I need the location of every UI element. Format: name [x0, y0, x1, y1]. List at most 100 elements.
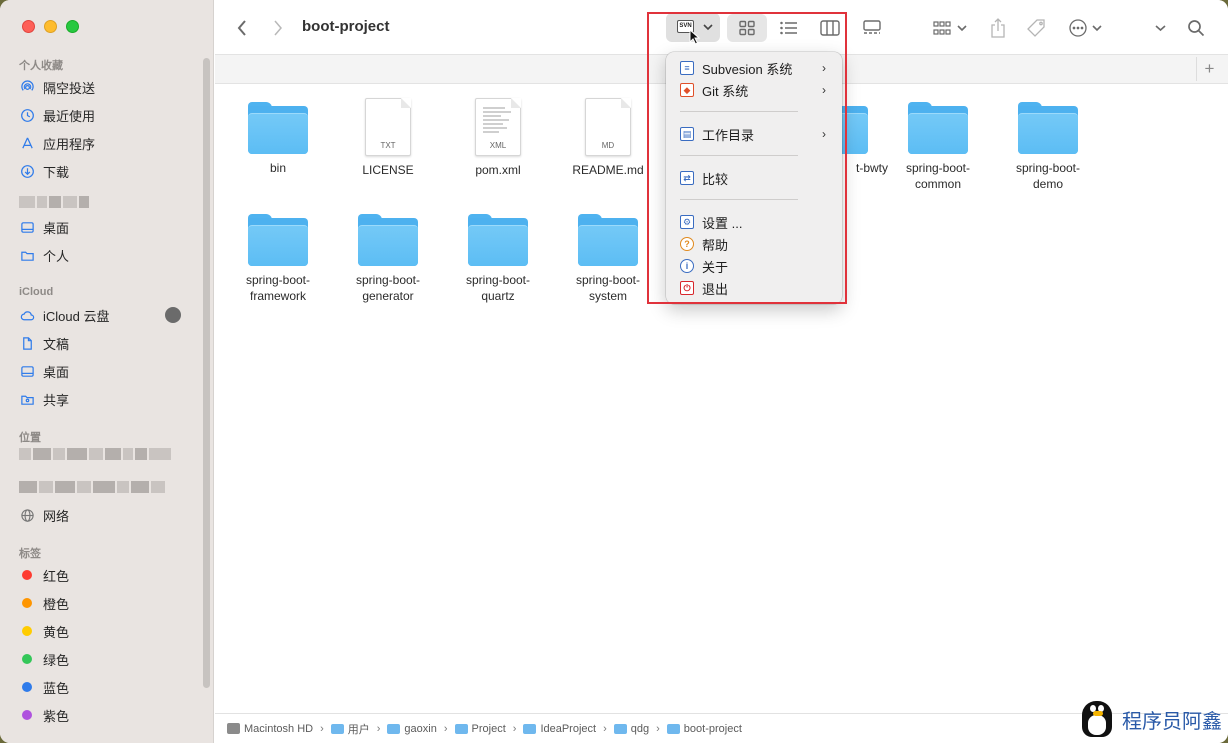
file-item[interactable]: spring-boot-framework — [228, 214, 328, 304]
file-name: bin — [269, 161, 286, 175]
path-crumb[interactable]: Project — [454, 723, 506, 735]
group-button[interactable] — [930, 14, 970, 42]
file-item[interactable]: TXT LICENSE — [338, 98, 438, 178]
sidebar-item-label: 最近使用 — [43, 108, 96, 124]
file-item[interactable]: spring-boot-generator — [338, 214, 438, 304]
search-icon — [1188, 20, 1205, 37]
sidebar-item-airdrop[interactable]: 隔空投送 — [19, 76, 199, 98]
finder-window: 个人收藏 隔空投送 最近使用 应用程序 下载 桌面 个人 iCloud iClo… — [0, 0, 1228, 743]
search-button[interactable] — [1184, 14, 1208, 42]
folder-icon — [19, 247, 35, 263]
file-name: spring-boot-quartz — [465, 273, 531, 303]
chevron-down-icon — [957, 25, 967, 32]
sidebar-item-label: 黄色 — [43, 624, 70, 640]
file-item[interactable]: MD README.md — [558, 98, 658, 178]
highlight-annotation-box — [647, 12, 847, 304]
sidebar-tag-blue[interactable]: 蓝色 — [19, 676, 199, 698]
shared-folder-icon — [19, 391, 35, 407]
sidebar-item-label: 隔空投送 — [43, 80, 96, 96]
sidebar-item-desktop[interactable]: 桌面 — [19, 216, 199, 238]
file-name: LICENSE — [362, 163, 414, 177]
sidebar-tag-purple[interactable]: 紫色 — [19, 704, 199, 726]
download-icon — [19, 163, 35, 179]
sidebar-item-icloud-desktop[interactable]: 桌面 — [19, 360, 199, 382]
file-item[interactable]: spring-boot-quartz — [448, 214, 548, 304]
icloud-header: iCloud — [19, 286, 54, 298]
green-tag-dot-icon — [22, 654, 32, 664]
path-crumb[interactable]: gaoxin — [387, 723, 437, 735]
folder-icon — [666, 723, 680, 734]
chevron-left-icon — [237, 20, 246, 36]
globe-icon — [19, 507, 35, 523]
file-name: spring-boot-generator — [355, 273, 421, 303]
sidebar-item-downloads[interactable]: 下载 — [19, 160, 199, 182]
yellow-tag-dot-icon — [22, 626, 32, 636]
file-name: spring-boot-demo — [1015, 161, 1081, 191]
sidebar-item-applications[interactable]: 应用程序 — [19, 132, 199, 154]
chevron-down-icon — [1092, 25, 1102, 32]
folder-icon — [387, 723, 401, 734]
locations-header: 位置 — [19, 432, 41, 444]
sidebar-tag-green[interactable]: 绿色 — [19, 648, 199, 670]
more-actions-button[interactable] — [1065, 14, 1105, 42]
share-icon — [991, 18, 1005, 38]
path-crumb[interactable]: qdg — [613, 723, 649, 735]
file-name: spring-boot-system — [575, 273, 641, 303]
sidebar-item-label: 应用程序 — [43, 136, 96, 152]
folder-icon — [1018, 102, 1078, 154]
sidebar-item-label: 橙色 — [43, 596, 70, 612]
sidebar-tag-yellow[interactable]: 黄色 — [19, 620, 199, 642]
red-tag-dot-icon — [22, 570, 32, 580]
gallery-view-button[interactable] — [860, 14, 884, 42]
forward-button[interactable] — [267, 14, 289, 42]
file-name: spring-boot-common — [905, 161, 971, 191]
file-item[interactable]: XML pom.xml — [448, 98, 548, 178]
sidebar-scrollbar[interactable] — [203, 58, 210, 688]
sidebar-item-label: 文稿 — [43, 336, 70, 352]
chevron-right-icon — [274, 20, 282, 36]
sidebar-item-shared[interactable]: 共享 — [19, 388, 199, 410]
share-button[interactable] — [987, 14, 1009, 42]
folder-icon — [523, 723, 537, 734]
sidebar-item-label: 个人 — [43, 248, 70, 264]
sidebar-tag-red[interactable]: 红色 — [19, 564, 199, 586]
file-item[interactable]: bin — [228, 102, 328, 176]
sidebar-item-label: 下载 — [43, 164, 70, 180]
sidebar-item-label: 网络 — [43, 508, 70, 524]
file-item[interactable]: spring-boot-common — [888, 102, 988, 192]
blue-tag-dot-icon — [22, 682, 32, 692]
tag-button[interactable] — [1025, 14, 1049, 42]
sidebar: 个人收藏 隔空投送 最近使用 应用程序 下载 桌面 个人 iCloud iClo… — [0, 0, 214, 743]
penguin-logo-icon — [1078, 699, 1116, 739]
path-crumb[interactable]: boot-project — [666, 723, 742, 735]
back-button[interactable] — [231, 14, 253, 42]
path-crumb[interactable]: Macintosh HD — [227, 723, 313, 735]
path-crumb[interactable]: IdeaProject — [523, 723, 596, 735]
text-document-icon: TXT — [365, 98, 411, 156]
sidebar-item-documents[interactable]: 文稿 — [19, 332, 199, 354]
document-icon — [19, 335, 35, 351]
tag-icon — [1027, 19, 1045, 37]
folder-icon — [613, 723, 627, 734]
sidebar-item-network[interactable]: 网络 — [19, 504, 199, 526]
sidebar-item-recents[interactable]: 最近使用 — [19, 104, 199, 126]
xml-document-icon: XML — [475, 98, 521, 156]
path-crumb[interactable]: 用户 — [330, 721, 370, 737]
file-item[interactable]: spring-boot-system — [558, 214, 658, 304]
sidebar-item-label: 绿色 — [43, 652, 70, 668]
gallery-icon — [863, 20, 881, 34]
clock-icon — [19, 107, 35, 123]
new-tab-button[interactable]: + — [1196, 57, 1222, 81]
close-window-button[interactable] — [22, 20, 35, 33]
folder-icon — [454, 723, 468, 734]
favorites-header: 个人收藏 — [19, 60, 63, 72]
overflow-menu-button[interactable] — [1150, 14, 1170, 42]
sidebar-tag-orange[interactable]: 橙色 — [19, 592, 199, 614]
desktop-icon — [19, 219, 35, 235]
sidebar-item-personal[interactable]: 个人 — [19, 244, 199, 266]
file-item[interactable]: spring-boot-demo — [998, 102, 1098, 192]
minimize-window-button[interactable] — [44, 20, 57, 33]
maximize-window-button[interactable] — [66, 20, 79, 33]
redacted-location — [19, 481, 165, 493]
airdrop-icon — [19, 79, 35, 95]
